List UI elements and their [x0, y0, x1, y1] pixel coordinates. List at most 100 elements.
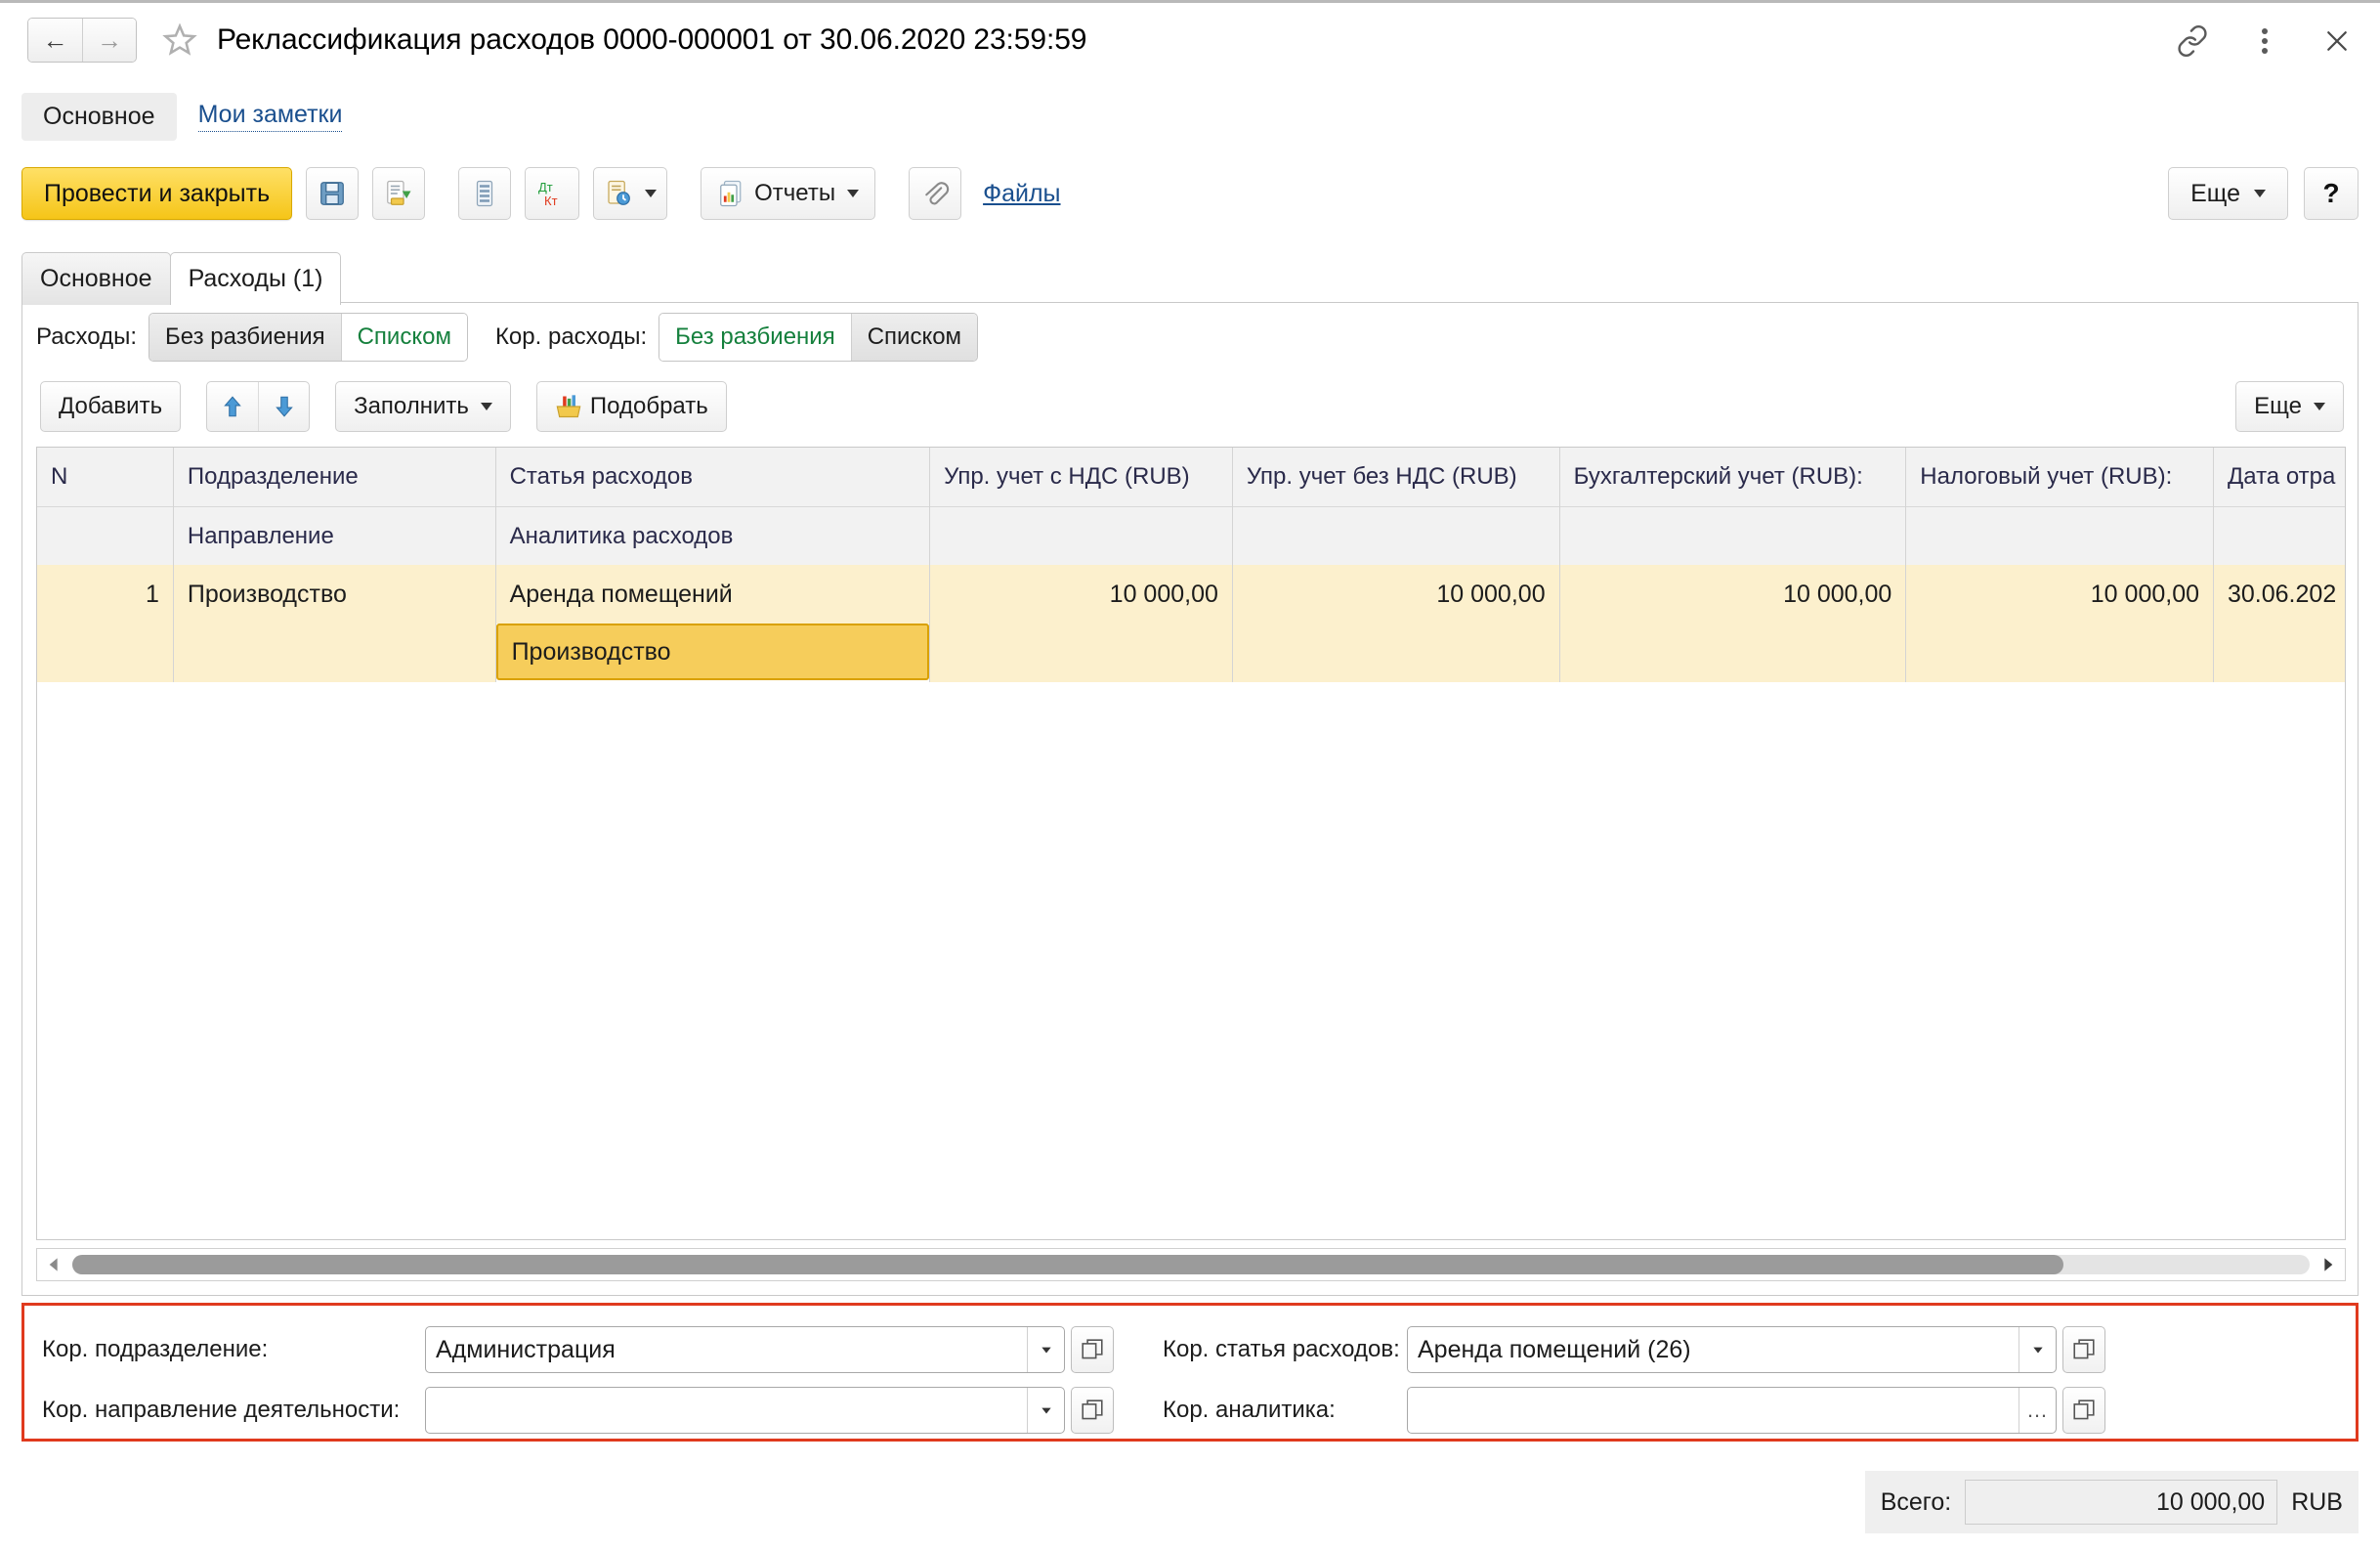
table-more-button[interactable]: Еще: [2235, 381, 2344, 432]
grid-header: N Подразделение Направление Статья расхо…: [37, 448, 2345, 565]
header-nalog-uchet[interactable]: Налоговый учет (RUB):: [1906, 448, 2213, 506]
value-kor-podrazdelenie[interactable]: Администрация: [426, 1336, 1027, 1364]
help-button[interactable]: ?: [2304, 167, 2359, 220]
row-col-podrazdelenie: Производство: [173, 565, 496, 682]
cell-podrazdelenie[interactable]: Производство: [173, 565, 495, 624]
row-col-data: 30.06.202: [2214, 565, 2345, 682]
forward-arrow-icon[interactable]: →: [82, 18, 136, 62]
row-col-nalog: 10 000,00: [1906, 565, 2214, 682]
cell-nalog-uchet-sub: [1906, 624, 2213, 682]
input-kor-napravlenie[interactable]: [425, 1387, 1065, 1434]
header-upr-s-nds[interactable]: Упр. учет с НДС (RUB): [930, 448, 1232, 506]
post-document-icon[interactable]: [372, 167, 426, 220]
scroll-thumb[interactable]: [72, 1255, 2064, 1274]
scroll-right-arrow-icon[interactable]: [2316, 1257, 2339, 1272]
chevron-down-icon[interactable]: [2019, 1327, 2056, 1372]
tab-rashody[interactable]: Расходы (1): [169, 252, 342, 305]
document-clock-icon[interactable]: [593, 167, 668, 220]
more-button[interactable]: Еще: [2168, 167, 2288, 220]
filter-row: Расходы: Без разбиения Списком Кор. расх…: [22, 303, 2358, 371]
header-podrazdelenie[interactable]: Подразделение: [173, 448, 495, 506]
save-disk-icon[interactable]: [306, 167, 360, 220]
total-currency: RUB: [2291, 1487, 2343, 1516]
kor-row-2: Кор. направление деятельности: Кор. анал…: [24, 1380, 2356, 1441]
chevron-down-icon: [2314, 403, 2325, 410]
arrow-up-icon[interactable]: [207, 382, 258, 431]
add-row-button[interactable]: Добавить: [40, 381, 182, 432]
header-statya-rashodov[interactable]: Статья расходов: [495, 448, 930, 506]
open-kor-statya-button[interactable]: [2062, 1326, 2105, 1373]
close-icon[interactable]: [2317, 22, 2357, 61]
section-tabs: Основное Мои заметки: [0, 76, 2380, 156]
link-icon[interactable]: [2173, 22, 2212, 61]
header-upr-bez-nds[interactable]: Упр. учет без НДС (RUB): [1232, 448, 1559, 506]
input-kor-analitika[interactable]: …: [1407, 1387, 2057, 1434]
grid-horizontal-scrollbar[interactable]: [36, 1248, 2346, 1281]
back-arrow-icon[interactable]: ←: [28, 18, 82, 62]
svg-text:Кт: Кт: [544, 194, 558, 208]
arrow-down-icon[interactable]: [258, 382, 309, 431]
header-upr-s-nds-sub: [930, 506, 1232, 565]
cell-data-otrazheniya[interactable]: 30.06.202: [2214, 565, 2345, 624]
scroll-track[interactable]: [72, 1255, 2310, 1274]
chevron-down-icon[interactable]: [1027, 1388, 1064, 1433]
input-kor-statya-rashodov[interactable]: Аренда помещений (26): [1407, 1326, 2057, 1373]
table-row[interactable]: 1 Производство Аренда помещений Производ…: [37, 565, 2345, 682]
chevron-down-icon: [2254, 190, 2266, 197]
cell-statya-rashodov[interactable]: Аренда помещений: [495, 565, 930, 624]
post-and-close-button[interactable]: Провести и закрыть: [21, 167, 293, 220]
cell-buh-uchet[interactable]: 10 000,00: [1559, 565, 1906, 624]
open-kor-napravlenie-button[interactable]: [1071, 1387, 1114, 1434]
files-link[interactable]: Файлы: [983, 180, 1060, 208]
scroll-left-arrow-icon[interactable]: [43, 1257, 66, 1272]
segbtn-rashody-bez-razbieniya[interactable]: Без разбиения: [149, 314, 341, 361]
cell-upr-bez-nds-sub: [1232, 624, 1559, 682]
label-kor-analitika: Кор. аналитика:: [1163, 1397, 1336, 1423]
segbtn-kor-bez-razbieniya[interactable]: Без разбиения: [659, 314, 851, 361]
open-kor-podrazdelenie-button[interactable]: [1071, 1326, 1114, 1373]
main-toolbar: Провести и закрыть Дт Кт Отчеты Файлы: [0, 158, 2380, 229]
header-n[interactable]: N: [37, 448, 173, 506]
open-kor-analitika-button[interactable]: [2062, 1387, 2105, 1434]
paperclip-icon[interactable]: [909, 167, 962, 220]
pick-label: Подобрать: [589, 393, 708, 419]
value-kor-statya-rashodov[interactable]: Аренда помещений (26): [1408, 1336, 2019, 1364]
fill-button[interactable]: Заполнить: [335, 381, 511, 432]
segbtn-kor-spiskom[interactable]: Списком: [850, 314, 978, 361]
input-kor-podrazdelenie[interactable]: Администрация: [425, 1326, 1065, 1373]
kebab-menu-icon[interactable]: [2245, 22, 2284, 61]
cell-analitika-rashodov[interactable]: Производство: [495, 624, 930, 680]
segbtn-rashody-spiskom[interactable]: Списком: [340, 314, 467, 361]
cell-napravlenie[interactable]: [173, 624, 495, 682]
header-nalog-uchet-sub: [1906, 506, 2213, 565]
total-value: 10 000,00: [1965, 1480, 2278, 1525]
tab-osnovnoe[interactable]: Основное: [21, 252, 171, 305]
expenses-grid[interactable]: N Подразделение Направление Статья расхо…: [36, 447, 2346, 1240]
header-buh-uchet[interactable]: Бухгалтерский учет (RUB):: [1559, 448, 1906, 506]
pick-button[interactable]: Подобрать: [535, 381, 727, 432]
header-upr-bez-nds-sub: [1232, 506, 1559, 565]
header-data-otrazheniya[interactable]: Дата отра: [2214, 448, 2345, 506]
cell-nalog-uchet[interactable]: 10 000,00: [1906, 565, 2213, 624]
section-link-notes[interactable]: Мои заметки: [197, 101, 343, 132]
cell-upr-s-nds[interactable]: 10 000,00: [930, 565, 1232, 624]
title-bar: ← → Реклассификация расходов 0000-000001…: [0, 0, 2380, 76]
ellipsis-icon[interactable]: …: [2019, 1388, 2056, 1433]
col-n: N: [37, 448, 174, 565]
cell-n[interactable]: 1: [37, 565, 173, 624]
section-tab-main[interactable]: Основное: [21, 92, 177, 141]
cell-upr-bez-nds[interactable]: 10 000,00: [1232, 565, 1559, 624]
dt-kt-button[interactable]: Дт Кт: [525, 167, 580, 220]
table-toolbar-right: Еще: [2235, 371, 2344, 442]
reports-button[interactable]: Отчеты: [701, 167, 876, 220]
star-icon[interactable]: [160, 21, 199, 60]
header-analitika-rashodov[interactable]: Аналитика расходов: [495, 506, 930, 565]
page-title: Реклассификация расходов 0000-000001 от …: [217, 22, 1087, 56]
chevron-down-icon[interactable]: [1027, 1327, 1064, 1372]
cell-upr-s-nds-sub: [930, 624, 1232, 682]
row-col-upr-bez-nds: 10 000,00: [1232, 565, 1560, 682]
header-napravlenie[interactable]: Направление: [173, 506, 495, 565]
chevron-down-icon: [847, 190, 860, 197]
registry-icon[interactable]: [458, 167, 512, 220]
total-bar: Всего: 10 000,00 RUB: [1864, 1471, 2359, 1533]
